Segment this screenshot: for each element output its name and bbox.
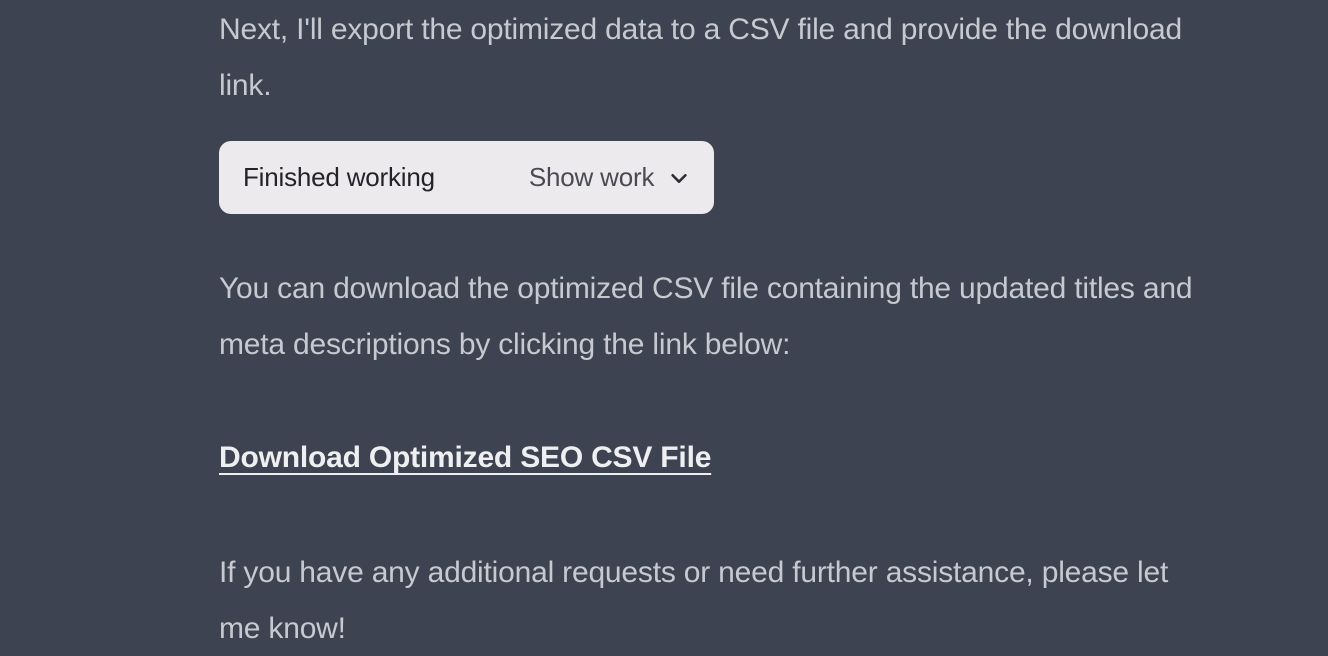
message-body: You can download the optimized CSV file … (219, 261, 1208, 372)
message-closing: If you have any additional requests or n… (219, 545, 1208, 656)
download-csv-link[interactable]: Download Optimized SEO CSV File (219, 441, 711, 475)
chevron-down-icon (668, 167, 690, 189)
assistant-message: Next, I'll export the optimized data to … (0, 2, 1328, 656)
work-status-label: Finished working (243, 162, 435, 193)
show-work-label: Show work (529, 162, 654, 193)
work-status-pill[interactable]: Finished working Show work (219, 141, 714, 214)
show-work-toggle[interactable]: Show work (529, 162, 690, 193)
message-intro: Next, I'll export the optimized data to … (219, 2, 1208, 113)
